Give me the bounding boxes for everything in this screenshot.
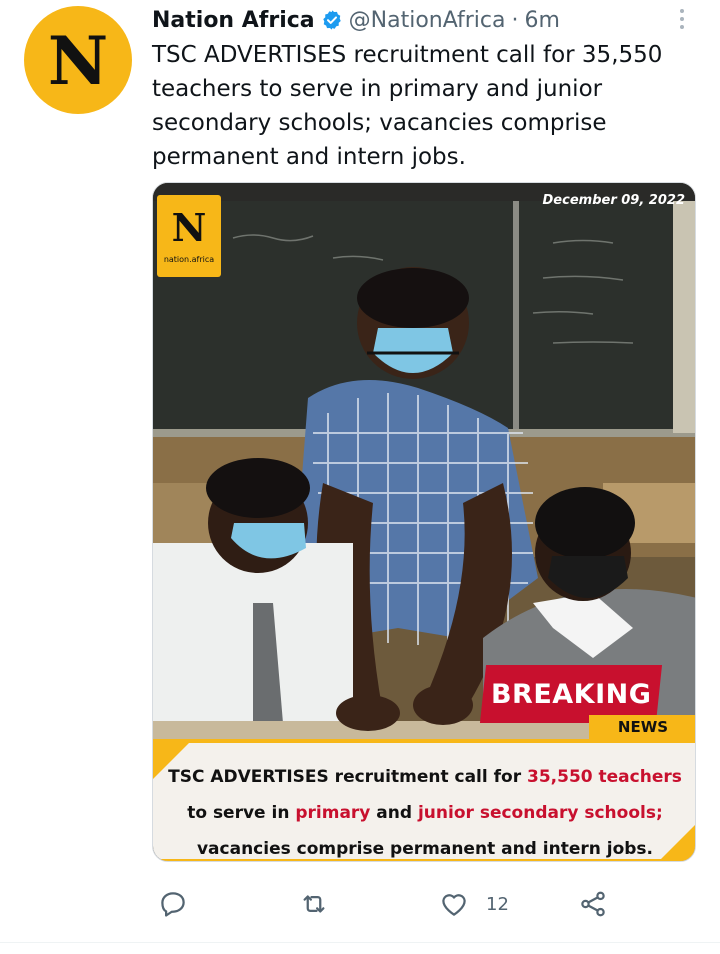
retweet-button[interactable] <box>298 884 330 924</box>
caption-part: vacancies comprise permanent and intern … <box>196 839 654 859</box>
author-name[interactable]: Nation Africa <box>152 8 315 33</box>
logo-letter: N <box>171 204 207 250</box>
caption-part: TSC ADVERTISES recruitment call for <box>168 767 527 787</box>
caption-highlight: primary <box>295 803 371 823</box>
like-count: 12 <box>486 893 509 915</box>
tweet-media[interactable]: N nation.africa December 09, 2022 BREAKI… <box>152 182 696 862</box>
news-label: NEWS <box>617 718 669 736</box>
like-icon <box>442 894 466 916</box>
tweet-divider <box>0 942 720 943</box>
more-options-icon[interactable] <box>672 4 692 34</box>
caption-highlight: 35,550 teachers <box>527 767 682 787</box>
breaking-label: BREAKING <box>490 678 652 710</box>
media-caption: TSC ADVERTISES recruitment call for 35,5… <box>153 739 695 861</box>
tweet-actions: 12 <box>152 884 622 924</box>
retweet-icon <box>303 895 325 913</box>
author-handle[interactable]: @NationAfrica <box>349 8 506 33</box>
like-button[interactable]: 12 <box>438 884 509 924</box>
reply-icon <box>161 892 185 917</box>
logo-domain: nation.africa <box>163 254 215 264</box>
news-tab: NEWS <box>589 715 695 739</box>
tweet-header: Nation Africa @NationAfrica · 6m <box>152 4 560 36</box>
reply-button[interactable] <box>158 884 188 924</box>
verified-badge-icon <box>321 9 343 31</box>
share-icon <box>581 891 605 917</box>
share-button[interactable] <box>578 884 608 924</box>
separator-dot: · <box>511 7 519 33</box>
caption-part: and <box>370 803 418 823</box>
nation-logo: N nation.africa <box>157 195 221 277</box>
avatar-letter: N <box>47 22 109 100</box>
tweet[interactable]: N Nation Africa @NationAfrica · 6m TSC A… <box>0 0 720 940</box>
classroom-photo <box>153 183 695 739</box>
caption-part: to serve in <box>187 803 296 823</box>
avatar[interactable]: N <box>24 6 132 114</box>
media-date: December 09, 2022 <box>542 193 685 208</box>
timestamp[interactable]: 6m <box>524 8 559 33</box>
caption-text: TSC ADVERTISES recruitment call for 35,5… <box>163 759 687 861</box>
tweet-text: TSC ADVERTISES recruitment call for 35,5… <box>152 42 663 170</box>
caption-highlight: junior secondary schools; <box>417 803 663 823</box>
